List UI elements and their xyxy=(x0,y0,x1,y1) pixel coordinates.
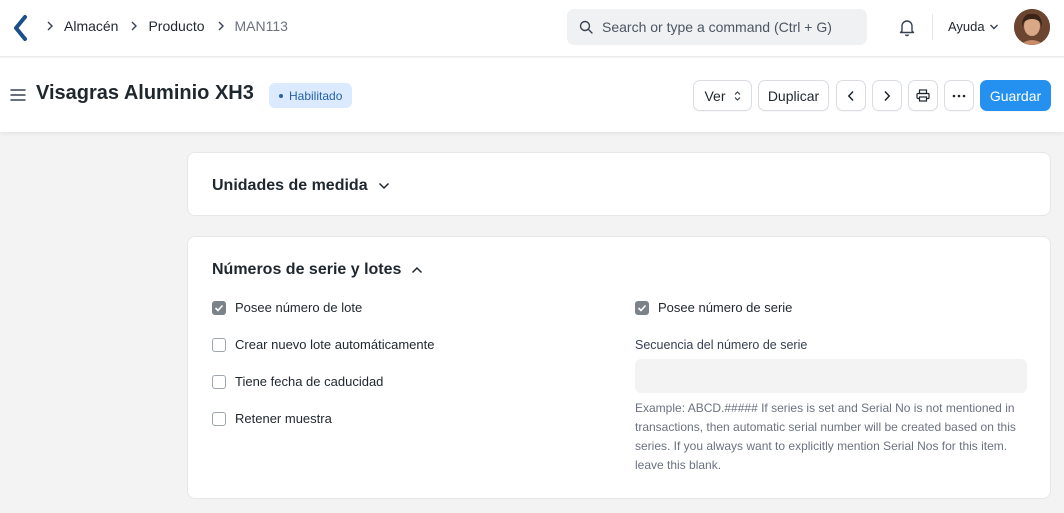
chevron-up-icon xyxy=(412,266,423,274)
serial-batch-section: Números de serie y lotes Posee número de… xyxy=(187,236,1051,499)
app-logo-icon[interactable] xyxy=(12,15,32,41)
help-menu[interactable]: Ayuda xyxy=(948,19,999,34)
view-button-label: Ver xyxy=(704,87,726,104)
has-serial-checkbox-row[interactable]: Posee número de serie xyxy=(635,300,792,315)
units-section: Unidades de medida xyxy=(187,152,1051,216)
auto-create-batch-checkbox-row[interactable]: Crear nuevo lote automáticamente xyxy=(212,337,434,352)
checkbox-label: Posee número de lote xyxy=(235,300,363,315)
chevron-right-icon xyxy=(46,20,58,32)
help-label: Ayuda xyxy=(948,19,985,34)
retain-sample-checkbox-row[interactable]: Retener muestra xyxy=(212,411,332,426)
previous-record-button[interactable] xyxy=(836,80,866,111)
chevron-left-icon xyxy=(847,90,854,101)
view-button[interactable]: Ver xyxy=(693,80,752,111)
serial-section-header[interactable]: Números de serie y lotes xyxy=(212,261,423,279)
has-batch-checkbox-row[interactable]: Posee número de lote xyxy=(212,300,362,315)
printer-icon xyxy=(916,89,930,102)
check-icon xyxy=(637,304,647,312)
checkbox-label: Tiene fecha de caducidad xyxy=(235,374,384,389)
has-expiry-checkbox-row[interactable]: Tiene fecha de caducidad xyxy=(212,374,383,389)
checkbox-label: Posee número de serie xyxy=(658,300,793,315)
select-arrows-icon xyxy=(734,90,740,101)
status-label: Habilitado xyxy=(289,88,343,103)
page-header: Visagras Aluminio XH3 Habilitado Ver Dup… xyxy=(0,58,1064,132)
status-badge: Habilitado xyxy=(269,83,353,108)
chevron-down-icon xyxy=(378,182,389,190)
serial-sequence-input[interactable] xyxy=(635,359,1027,393)
units-section-header[interactable]: Unidades de medida xyxy=(212,177,390,195)
divider xyxy=(932,14,933,40)
save-button[interactable]: Guardar xyxy=(980,80,1051,111)
checkbox-label: Crear nuevo lote automáticamente xyxy=(235,337,435,352)
chevron-right-icon xyxy=(217,20,229,32)
serial-sequence-help: Example: ABCD.##### If series is set and… xyxy=(635,401,1016,472)
search-icon xyxy=(579,20,593,34)
status-dot-icon xyxy=(279,93,283,98)
checkbox-checked[interactable] xyxy=(212,300,226,315)
print-button[interactable] xyxy=(908,80,938,111)
serial-section-title: Números de serie y lotes xyxy=(212,261,402,278)
chevron-down-icon xyxy=(989,24,998,29)
avatar[interactable] xyxy=(1014,9,1050,45)
check-icon xyxy=(214,304,224,312)
notification-bell-icon[interactable] xyxy=(897,17,917,37)
checkbox-checked[interactable] xyxy=(635,300,649,315)
duplicate-button[interactable]: Duplicar xyxy=(758,80,829,111)
page-title: Visagras Aluminio XH3 xyxy=(36,82,254,104)
search-bar[interactable]: Search or type a command (Ctrl + G) xyxy=(567,9,867,45)
checkbox-unchecked[interactable] xyxy=(212,374,226,389)
breadcrumb: Almacén Producto MAN113 xyxy=(46,18,300,34)
checkbox-unchecked[interactable] xyxy=(212,411,226,426)
checkbox-label: Retener muestra xyxy=(235,411,332,426)
more-actions-button[interactable] xyxy=(944,80,974,111)
top-navbar: Almacén Producto MAN113 Search or type a… xyxy=(0,0,1064,57)
breadcrumb-current[interactable]: MAN113 xyxy=(235,18,288,34)
next-record-button[interactable] xyxy=(872,80,902,111)
chevron-right-icon xyxy=(884,90,891,101)
units-section-title: Unidades de medida xyxy=(212,177,368,194)
breadcrumb-producto[interactable]: Producto xyxy=(148,18,204,34)
more-horizontal-icon xyxy=(952,94,966,97)
menu-icon[interactable] xyxy=(10,88,26,102)
search-placeholder: Search or type a command (Ctrl + G) xyxy=(602,19,832,35)
serial-sequence-label: Secuencia del número de serie xyxy=(635,338,808,352)
checkbox-unchecked[interactable] xyxy=(212,337,226,352)
chevron-right-icon xyxy=(130,20,142,32)
breadcrumb-almacen[interactable]: Almacén xyxy=(64,18,118,34)
